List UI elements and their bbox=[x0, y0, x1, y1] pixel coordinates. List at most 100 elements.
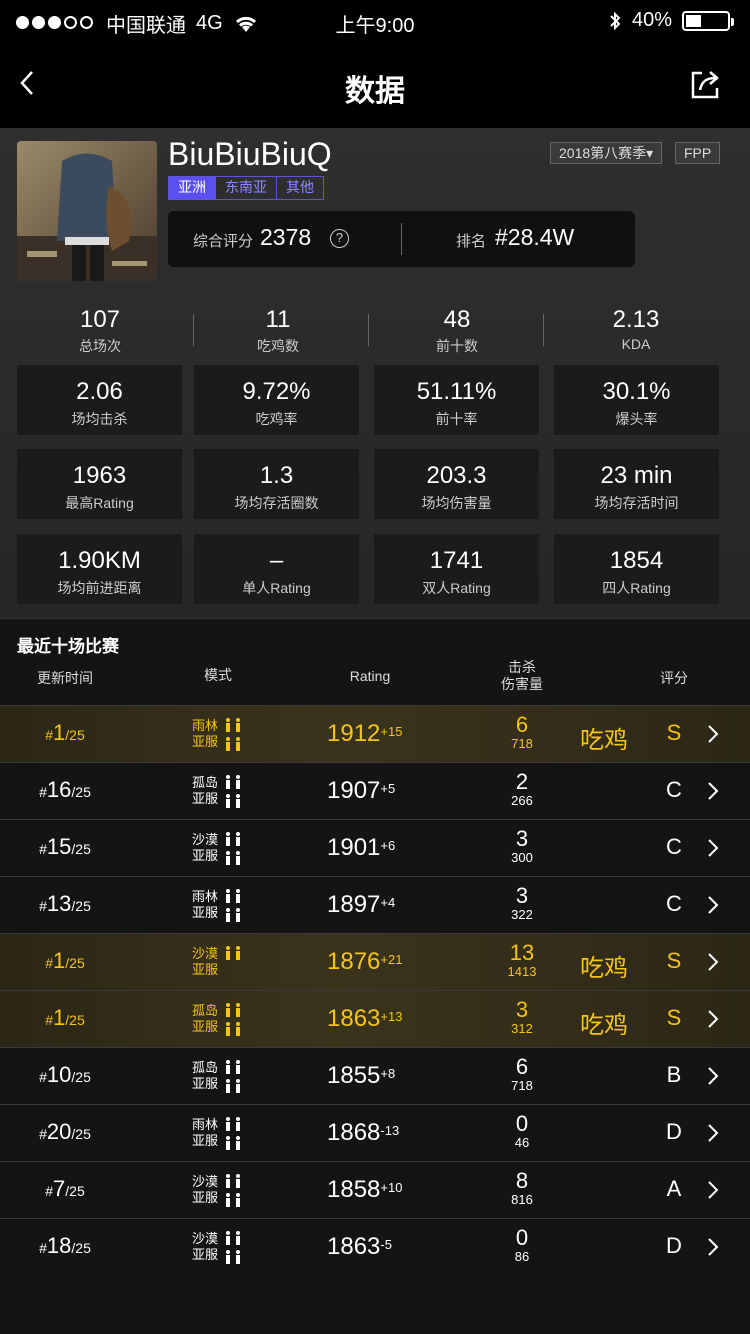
chevron-right-icon[interactable] bbox=[706, 724, 720, 744]
match-mode: 雨林 亚服 bbox=[192, 889, 219, 920]
stat-card: 1963 最高Rating bbox=[17, 449, 182, 519]
match-rank: #1/25 bbox=[45, 948, 85, 973]
match-row[interactable]: #10/25 孤岛 亚服 1855+8 6 718 B bbox=[0, 1047, 750, 1104]
stat-card: 23 min 场均存活时间 bbox=[554, 449, 719, 519]
match-grade: S bbox=[666, 948, 682, 973]
match-rating: 1868-13 bbox=[327, 1119, 400, 1146]
match-mode: 沙漠 亚服 bbox=[192, 946, 219, 977]
stat-label: 单人Rating bbox=[242, 580, 311, 596]
match-kills: 3 322 bbox=[511, 883, 533, 922]
stat-card: 1.90KM 场均前进距离 bbox=[17, 534, 182, 604]
team-size-icon bbox=[223, 889, 243, 927]
match-rank: #1/25 bbox=[45, 720, 85, 745]
match-row[interactable]: #20/25 雨林 亚服 1868-13 0 46 D bbox=[0, 1104, 750, 1161]
username: BiuBiuBiuQ bbox=[168, 136, 332, 172]
match-mode: 沙漠 亚服 bbox=[192, 1231, 219, 1262]
match-kills: 13 1413 bbox=[507, 940, 537, 979]
team-size-icon bbox=[223, 1174, 243, 1212]
stat-card: 1854 四人Rating bbox=[554, 534, 719, 604]
team-size-icon bbox=[223, 1231, 243, 1269]
page-title: 数据 bbox=[345, 75, 405, 108]
chevron-right-icon[interactable] bbox=[706, 1237, 720, 1257]
header-rating: Rating bbox=[349, 668, 391, 684]
team-size-icon bbox=[223, 1003, 243, 1041]
stat-kda: 2.13 KDA bbox=[612, 306, 660, 352]
avatar[interactable] bbox=[17, 141, 157, 281]
match-rating: 1863+13 bbox=[327, 1005, 403, 1032]
chevron-right-icon[interactable] bbox=[706, 1066, 720, 1086]
stat-value: 51.11% bbox=[416, 378, 497, 405]
score-value: 2378 bbox=[260, 224, 312, 250]
stat-value: 203.3 bbox=[426, 462, 487, 489]
rank-label: 排名 bbox=[456, 233, 487, 250]
match-rank: #18/25 bbox=[39, 1233, 91, 1258]
stat-value: 1963 bbox=[72, 462, 127, 489]
match-rank: #7/25 bbox=[45, 1176, 85, 1201]
match-rating: 1901+6 bbox=[327, 834, 396, 861]
match-row[interactable]: #16/25 孤岛 亚服 1907+5 2 266 C bbox=[0, 762, 750, 819]
tab-region-asia[interactable]: 亚洲 bbox=[169, 177, 216, 199]
stat-label: 场均存活圈数 bbox=[234, 495, 319, 511]
chevron-right-icon[interactable] bbox=[706, 838, 720, 858]
chevron-right-icon[interactable] bbox=[706, 781, 720, 801]
share-icon[interactable] bbox=[688, 68, 722, 102]
stat-chickens: 11 吃鸡数 bbox=[257, 306, 299, 354]
chevron-right-icon[interactable] bbox=[706, 1123, 720, 1143]
stat-card: 1741 双人Rating bbox=[374, 534, 539, 604]
match-mode: 孤岛 亚服 bbox=[192, 1003, 219, 1034]
match-kills: 2 266 bbox=[511, 769, 533, 808]
match-rank: #20/25 bbox=[39, 1119, 91, 1144]
match-grade: C bbox=[666, 834, 682, 859]
match-kills: 6 718 bbox=[511, 1054, 533, 1093]
divider bbox=[401, 223, 402, 255]
match-kills: 8 816 bbox=[511, 1168, 533, 1207]
match-kills: 3 312 bbox=[511, 997, 533, 1036]
stat-label: 最高Rating bbox=[65, 495, 134, 511]
match-rating: 1876+21 bbox=[327, 948, 403, 975]
chevron-right-icon[interactable] bbox=[706, 1180, 720, 1200]
stat-label: 场均击杀 bbox=[71, 411, 128, 427]
tab-region-other[interactable]: 其他 bbox=[277, 177, 323, 199]
match-row[interactable]: #13/25 雨林 亚服 1897+4 3 322 C bbox=[0, 876, 750, 933]
match-row[interactable]: #1/25 孤岛 亚服 1863+13 3 312 吃鸡 S bbox=[0, 990, 750, 1047]
header-time: 更新时间 bbox=[37, 670, 93, 686]
status-bar: 中国联通 4G 上午9:00 40% bbox=[0, 0, 750, 40]
season-select[interactable]: 2018第八赛季▾ bbox=[550, 142, 663, 164]
chicken-badge: 吃鸡 bbox=[580, 1012, 628, 1039]
tab-region-sea[interactable]: 东南亚 bbox=[216, 177, 277, 199]
match-row[interactable]: #18/25 沙漠 亚服 1863-5 0 86 D bbox=[0, 1218, 750, 1275]
match-mode: 孤岛 亚服 bbox=[192, 775, 219, 806]
match-rank: #1/25 bbox=[45, 1005, 85, 1030]
divider bbox=[543, 314, 544, 346]
chicken-badge: 吃鸡 bbox=[580, 727, 628, 754]
help-icon[interactable]: ? bbox=[330, 229, 349, 248]
team-size-icon bbox=[223, 775, 243, 813]
match-row[interactable]: #1/25 雨林 亚服 1912+15 6 718 吃鸡 S bbox=[0, 705, 750, 762]
match-row[interactable]: #1/25 沙漠 亚服 1876+21 13 1413 吃鸡 S bbox=[0, 933, 750, 990]
stat-label: 四人Rating bbox=[602, 580, 671, 596]
chevron-right-icon[interactable] bbox=[706, 895, 720, 915]
stat-label: 场均存活时间 bbox=[594, 495, 679, 511]
match-row[interactable]: #15/25 沙漠 亚服 1901+6 3 300 C bbox=[0, 819, 750, 876]
chevron-right-icon[interactable] bbox=[706, 952, 720, 972]
match-rating: 1863-5 bbox=[327, 1233, 392, 1260]
match-rating: 1855+8 bbox=[327, 1062, 396, 1089]
fpp-toggle[interactable]: FPP bbox=[675, 142, 721, 164]
section-title: 最近十场比赛 bbox=[17, 637, 119, 656]
stat-label: 吃鸡率 bbox=[255, 411, 298, 427]
stat-label: 场均前进距离 bbox=[57, 580, 142, 596]
match-row[interactable]: #7/25 沙漠 亚服 1858+10 8 816 A bbox=[0, 1161, 750, 1218]
rank-value: #28.4W bbox=[495, 224, 575, 250]
stat-card: 2.06 场均击杀 bbox=[17, 365, 182, 435]
stat-value: 1741 bbox=[429, 547, 484, 574]
stat-value: 1.90KM bbox=[58, 547, 141, 574]
stat-top-ten: 48 前十数 bbox=[436, 306, 478, 354]
match-grade: S bbox=[666, 1005, 682, 1030]
match-grade: D bbox=[666, 1233, 682, 1258]
score-box: 综合评分 2378 ? 排名 #28.4W bbox=[168, 211, 635, 267]
chevron-right-icon[interactable] bbox=[706, 1009, 720, 1029]
match-rank: #13/25 bbox=[39, 891, 91, 916]
match-mode: 沙漠 亚服 bbox=[192, 1174, 219, 1205]
chicken-badge: 吃鸡 bbox=[580, 955, 628, 982]
stat-label: 前十率 bbox=[435, 411, 478, 427]
